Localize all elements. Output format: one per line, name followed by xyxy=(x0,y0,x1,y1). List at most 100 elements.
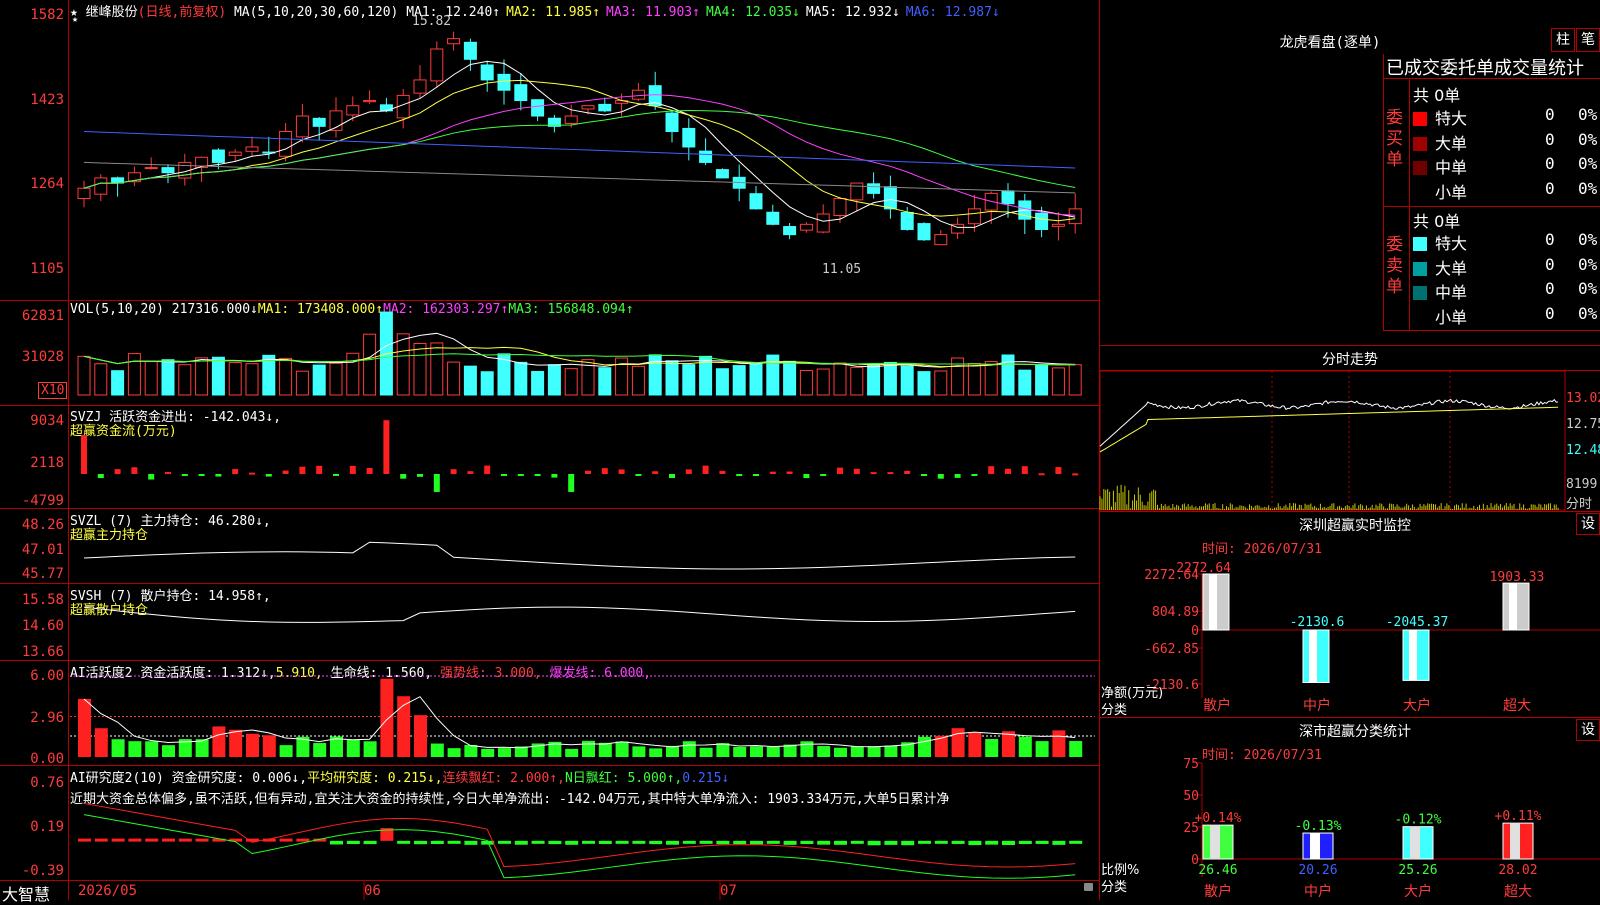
activity-bar xyxy=(598,742,612,757)
research-bar xyxy=(968,840,982,846)
research-bar xyxy=(330,840,343,845)
candle-body xyxy=(463,41,477,60)
research-bar xyxy=(1069,840,1083,844)
activity-bar xyxy=(346,739,360,757)
order-size-label: 大单 xyxy=(1435,133,1468,153)
flow-bar xyxy=(736,474,743,476)
activity-bar xyxy=(1069,741,1083,757)
candle-body xyxy=(245,146,259,152)
activity-bar xyxy=(447,748,461,757)
research-bar xyxy=(582,840,595,844)
candle-body xyxy=(766,211,780,225)
volume-bar xyxy=(144,361,158,396)
order-row-小单: 小单 xyxy=(1413,304,1467,328)
flow-bar xyxy=(517,474,524,476)
volume-bar xyxy=(984,361,998,396)
candle-body xyxy=(631,89,645,100)
candle-body xyxy=(295,115,309,138)
volume-bar xyxy=(295,370,309,396)
volume-bar xyxy=(783,360,797,396)
volume-bar xyxy=(245,363,259,396)
research-bar xyxy=(985,840,999,845)
color-swatch xyxy=(1413,112,1427,126)
flow-bar xyxy=(904,470,911,474)
volume-bar xyxy=(934,370,948,396)
volume-bar xyxy=(732,365,746,396)
activity-bar xyxy=(918,736,931,757)
order-pct: 0% xyxy=(1578,154,1598,173)
order-row-大单: 大单 xyxy=(1413,255,1467,279)
volume-bar xyxy=(1001,354,1015,396)
candle-body xyxy=(497,73,511,91)
classify-settings-button[interactable]: 设 xyxy=(1576,719,1600,741)
flow-bar xyxy=(534,474,541,476)
candle-body xyxy=(514,84,528,102)
color-swatch xyxy=(1413,261,1427,276)
intraday-ytick: 13.02 xyxy=(1566,391,1600,406)
classify-bar-pct: -0.13% xyxy=(1295,819,1342,834)
monitor-bar-value: -2045.37 xyxy=(1386,615,1449,630)
candle-body xyxy=(430,48,444,82)
tick-mode-button[interactable]: 笔 xyxy=(1576,28,1600,52)
research-bar xyxy=(1052,840,1066,845)
research-bar xyxy=(178,838,192,842)
flow-bar xyxy=(249,472,255,475)
candle-body xyxy=(598,103,612,112)
monitor-time: 时间: 2026/07/31 xyxy=(1202,542,1322,557)
research-bar xyxy=(128,838,142,842)
flow-bar xyxy=(601,468,608,474)
order-count: 0 xyxy=(1545,105,1555,124)
candle-body xyxy=(883,186,897,210)
dragon-table-title: 已成交委托单成交量统计 xyxy=(1386,58,1584,79)
monitor-ytick: -662.85 xyxy=(1144,642,1199,657)
order-size-label: 中单 xyxy=(1435,283,1468,302)
candle-body xyxy=(144,167,158,170)
monitor-settings-button[interactable]: 设 xyxy=(1576,513,1600,535)
volume-bar xyxy=(127,353,141,396)
candle-body xyxy=(531,99,545,117)
research-bar xyxy=(296,838,310,842)
flow-bar xyxy=(652,471,659,474)
order-count: 0 xyxy=(1545,129,1555,149)
classify-bar-value: 20.26 xyxy=(1298,863,1337,878)
flow-bar xyxy=(921,474,927,476)
activity-bar xyxy=(850,746,864,757)
research-bar xyxy=(632,840,646,844)
volume-bar xyxy=(329,362,343,396)
flow-bar xyxy=(837,467,843,474)
activity-bar xyxy=(766,746,780,757)
candle-body xyxy=(413,79,427,94)
volume-bar xyxy=(77,355,91,396)
research-bar xyxy=(1018,840,1032,845)
flow-bar xyxy=(702,465,709,474)
activity-bar xyxy=(212,726,226,757)
flow-bar xyxy=(937,474,944,479)
research-bar xyxy=(1035,840,1049,844)
classify-time: 时间: 2026/07/31 xyxy=(1202,748,1322,763)
flow-bar xyxy=(1038,473,1045,476)
intraday-vol-tick: 8199 xyxy=(1566,477,1598,492)
flow-bar xyxy=(585,470,591,474)
classify-bar-value: 25.26 xyxy=(1398,863,1437,878)
candle-body xyxy=(363,100,377,103)
ma5-line xyxy=(83,161,1076,194)
volume-bar xyxy=(447,361,461,396)
order-count: 0 xyxy=(1545,154,1555,173)
order-count: 0 xyxy=(1545,254,1555,274)
flow-bar xyxy=(114,469,121,474)
bar-mode-button[interactable]: 柱 xyxy=(1551,28,1575,52)
classify-bar-value: 28.02 xyxy=(1498,863,1537,878)
volume-bar xyxy=(547,364,561,396)
candle-body xyxy=(228,151,242,156)
candle-body xyxy=(1035,212,1049,230)
monitor-bar-value: 1903.33 xyxy=(1490,570,1545,585)
order-size-label: 大单 xyxy=(1435,258,1468,278)
kline-chart[interactable]: 2272.64804.890-662.85-2130.62272.64散户-21… xyxy=(0,0,1600,900)
activity-bar xyxy=(615,741,629,757)
volume-bar xyxy=(430,342,444,396)
research-bar xyxy=(867,840,881,846)
activity-bar xyxy=(380,678,394,757)
color-swatch xyxy=(1413,185,1427,200)
activity-bar xyxy=(78,698,91,757)
order-row-中单: 中单 xyxy=(1413,279,1467,303)
